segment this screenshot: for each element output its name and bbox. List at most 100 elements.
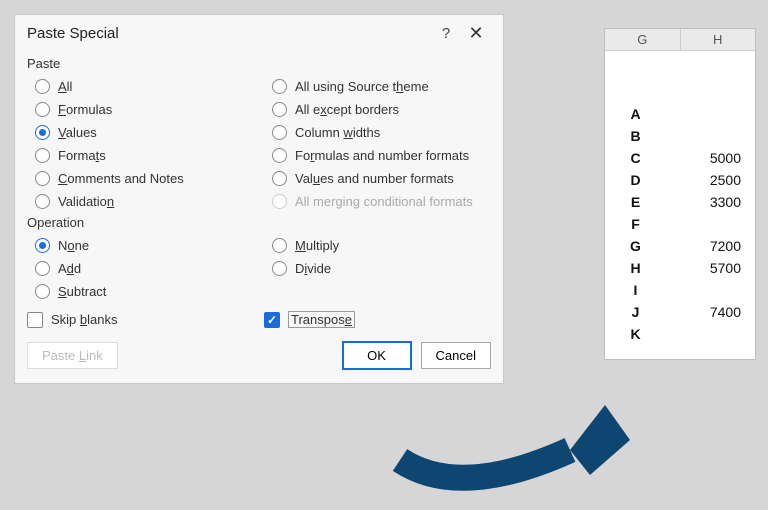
cell-g[interactable]: B xyxy=(605,128,680,144)
radio-label: All except borders xyxy=(295,102,399,117)
radio-label: All using Source theme xyxy=(295,79,429,94)
radio-multiply[interactable]: Multiply xyxy=(264,236,491,255)
cell-g[interactable]: F xyxy=(605,216,680,232)
cancel-button[interactable]: Cancel xyxy=(421,342,491,369)
radio-circle xyxy=(272,102,287,117)
paste-link-button: Paste Link xyxy=(27,342,118,369)
titlebar: Paste Special ? ✕ xyxy=(15,15,503,52)
ok-button[interactable]: OK xyxy=(343,342,411,369)
radio-label: Values and number formats xyxy=(295,171,454,186)
cell-h[interactable]: 7400 xyxy=(680,304,755,320)
transpose-label: Transpose xyxy=(288,311,355,328)
radio-circle xyxy=(35,194,50,209)
radio-values-and-number-formats[interactable]: Values and number formats xyxy=(264,169,491,188)
cell-h[interactable]: 5700 xyxy=(680,260,755,276)
table-row: I xyxy=(605,279,755,301)
operation-section: Operation None Add Subtract Multiply Divide xyxy=(15,215,503,301)
cell-h[interactable]: 3300 xyxy=(680,194,755,210)
radio-label: Validation xyxy=(58,194,114,209)
radio-label: Formulas and number formats xyxy=(295,148,469,163)
table-row: J7400 xyxy=(605,301,755,323)
col-header-g[interactable]: G xyxy=(605,29,681,50)
cell-g[interactable]: C xyxy=(605,150,680,166)
cell-h[interactable]: 7200 xyxy=(680,238,755,254)
spreadsheet-preview: G H ABC5000D2500E3300FG7200H5700IJ7400K xyxy=(604,28,756,360)
radio-validation[interactable]: Validation xyxy=(27,192,254,211)
cell-g[interactable]: J xyxy=(605,304,680,320)
column-headers: G H xyxy=(605,29,755,51)
radio-values[interactable]: Values xyxy=(27,123,254,142)
button-row: Paste Link OK Cancel xyxy=(15,338,503,383)
cell-g[interactable]: I xyxy=(605,282,680,298)
paste-group-label: Paste xyxy=(27,56,491,71)
table-row: E3300 xyxy=(605,191,755,213)
radio-add[interactable]: Add xyxy=(27,259,254,278)
help-icon[interactable]: ? xyxy=(431,25,461,42)
radio-subtract[interactable]: Subtract xyxy=(27,282,254,301)
radio-all[interactable]: All xyxy=(27,77,254,96)
radio-label: Values xyxy=(58,125,97,140)
arrow-illustration xyxy=(390,390,650,510)
cell-g[interactable]: G xyxy=(605,238,680,254)
radio-label: All merging conditional formats xyxy=(295,194,473,209)
skip-blanks-checkbox[interactable] xyxy=(27,312,43,328)
transpose-option[interactable]: Transpose xyxy=(264,311,491,328)
cell-g[interactable]: D xyxy=(605,172,680,188)
operation-radio-columns: None Add Subtract Multiply Divide xyxy=(27,236,491,301)
radio-formulas-and-number-formats[interactable]: Formulas and number formats xyxy=(264,146,491,165)
transpose-checkbox[interactable] xyxy=(264,312,280,328)
radio-circle xyxy=(272,194,287,209)
col-header-h[interactable]: H xyxy=(681,29,756,50)
radio-all-using-source-theme[interactable]: All using Source theme xyxy=(264,77,491,96)
radio-formats[interactable]: Formats xyxy=(27,146,254,165)
radio-formulas[interactable]: Formulas xyxy=(27,100,254,119)
radio-label: Comments and Notes xyxy=(58,171,184,186)
radio-circle xyxy=(35,125,50,140)
radio-label: Formats xyxy=(58,148,106,163)
radio-divide[interactable]: Divide xyxy=(264,259,491,278)
cell-g[interactable]: A xyxy=(605,106,680,122)
radio-label: Add xyxy=(58,261,81,276)
cell-g[interactable]: H xyxy=(605,260,680,276)
radio-label: None xyxy=(58,238,89,253)
table-row: A xyxy=(605,103,755,125)
paste-radio-columns: All Formulas Values Formats Comments and Not… xyxy=(27,77,491,211)
table-row: K xyxy=(605,323,755,345)
cell-g[interactable]: K xyxy=(605,326,680,342)
radio-circle xyxy=(272,238,287,253)
radio-circle xyxy=(35,79,50,94)
checkbox-row: Skip blanks Transpose xyxy=(15,301,503,338)
radio-circle xyxy=(35,148,50,163)
skip-blanks-option[interactable]: Skip blanks xyxy=(27,311,254,328)
radio-label: Formulas xyxy=(58,102,112,117)
radio-circle xyxy=(272,79,287,94)
radio-circle xyxy=(35,238,50,253)
close-icon[interactable]: ✕ xyxy=(461,23,491,44)
radio-circle xyxy=(272,148,287,163)
radio-none[interactable]: None xyxy=(27,236,254,255)
sheet-body: ABC5000D2500E3300FG7200H5700IJ7400K xyxy=(605,51,755,359)
cell-g[interactable]: E xyxy=(605,194,680,210)
radio-circle xyxy=(35,284,50,299)
radio-column-widths[interactable]: Column widths xyxy=(264,123,491,142)
radio-circle xyxy=(35,102,50,117)
table-row: B xyxy=(605,125,755,147)
radio-label: Column widths xyxy=(295,125,380,140)
radio-circle xyxy=(35,171,50,186)
radio-all-except-borders[interactable]: All except borders xyxy=(264,100,491,119)
radio-all-merging-conditional-formats: All merging conditional formats xyxy=(264,192,491,211)
table-row: F xyxy=(605,213,755,235)
operation-group-label: Operation xyxy=(27,215,491,230)
radio-label: Subtract xyxy=(58,284,106,299)
radio-label: All xyxy=(58,79,72,94)
dialog-title: Paste Special xyxy=(27,25,431,42)
radio-comments-and-notes[interactable]: Comments and Notes xyxy=(27,169,254,188)
skip-blanks-label: Skip blanks xyxy=(51,312,118,327)
radio-circle xyxy=(35,261,50,276)
radio-circle xyxy=(272,261,287,276)
cell-h[interactable]: 5000 xyxy=(680,150,755,166)
table-row: D2500 xyxy=(605,169,755,191)
cell-h[interactable]: 2500 xyxy=(680,172,755,188)
radio-label: Divide xyxy=(295,261,331,276)
radio-label: Multiply xyxy=(295,238,339,253)
